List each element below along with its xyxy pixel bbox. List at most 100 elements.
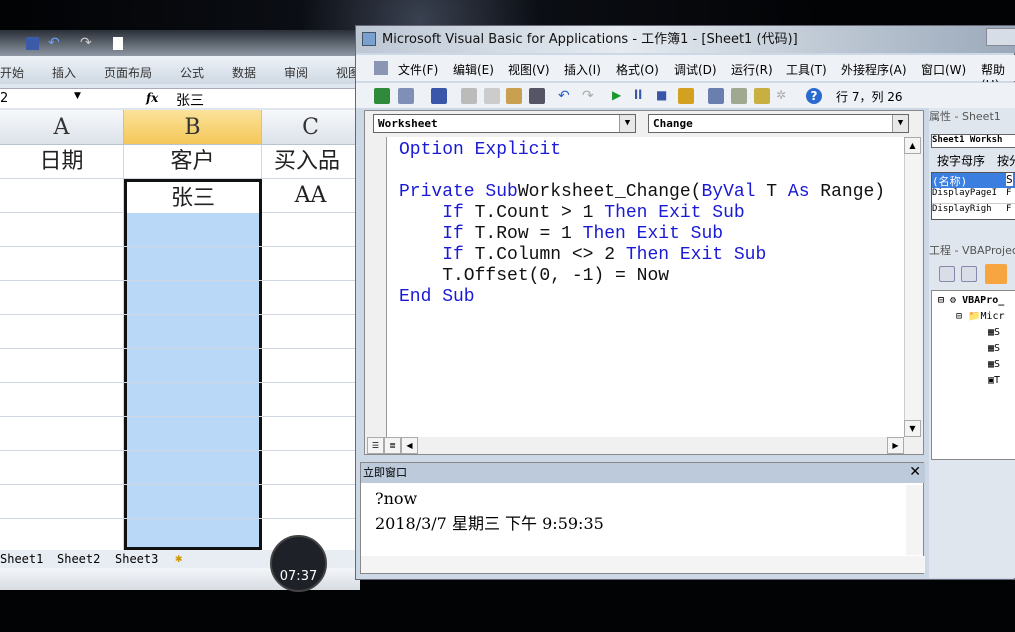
scroll-up-arrow[interactable]: ▲ bbox=[904, 137, 921, 154]
tree-node-sheet[interactable]: ▦S bbox=[988, 327, 1000, 338]
tab-categorized[interactable]: 按分 bbox=[997, 152, 1015, 169]
property-row[interactable]: DisplayPageI F bbox=[932, 188, 1015, 204]
view-object-icon[interactable] bbox=[961, 266, 977, 282]
horizontal-scrollbar[interactable]: ☰ ≣ ◀ ▶ bbox=[367, 437, 921, 454]
menu-edit[interactable]: 编辑(E) bbox=[453, 61, 494, 78]
sheet-tab-1[interactable]: Sheet1 bbox=[0, 552, 43, 566]
tree-node-project[interactable]: ⊟ ⚙ VBAPro_ bbox=[938, 295, 1004, 306]
immediate-line[interactable]: ?now bbox=[375, 489, 417, 508]
code-line[interactable]: If T.Count > 1 Then Exit Sub bbox=[399, 203, 744, 224]
menu-window[interactable]: 窗口(W) bbox=[921, 61, 966, 78]
keyword: If bbox=[442, 224, 464, 244]
code-line[interactable]: T.Offset(0, -1) = Now bbox=[399, 266, 669, 287]
procedure-view-icon[interactable]: ☰ bbox=[367, 437, 384, 454]
cell-a1[interactable]: 日期 bbox=[0, 145, 124, 179]
save-icon[interactable] bbox=[431, 88, 447, 104]
find-icon[interactable] bbox=[529, 88, 545, 104]
save-icon[interactable] bbox=[26, 37, 39, 50]
redo-icon[interactable]: ↷ bbox=[582, 88, 598, 104]
code-line[interactable]: If T.Row = 1 Then Exit Sub bbox=[399, 224, 723, 245]
insert-sheet-icon[interactable]: ✱ bbox=[175, 551, 182, 565]
menu-debug[interactable]: 调试(D) bbox=[674, 61, 717, 78]
code-editor[interactable]: Option Explicit Private SubWorksheet_Chan… bbox=[367, 137, 921, 437]
excel-menu-icon[interactable] bbox=[374, 61, 388, 75]
toolbox-icon[interactable]: ✲ bbox=[776, 88, 792, 104]
menu-format[interactable]: 格式(O) bbox=[616, 61, 659, 78]
redo-icon[interactable]: ↷ bbox=[80, 35, 92, 51]
cut-icon[interactable] bbox=[461, 88, 477, 104]
reset-icon[interactable]: ■ bbox=[656, 88, 672, 104]
menu-tools[interactable]: 工具(T) bbox=[786, 61, 827, 78]
tab-alphabetic[interactable]: 按字母序 bbox=[937, 152, 985, 169]
toggle-folders-icon[interactable] bbox=[985, 264, 1007, 284]
immediate-line[interactable]: 2018/3/7 星期三 下午 9:59:35 bbox=[375, 510, 604, 534]
undo-icon[interactable]: ↶ bbox=[558, 88, 574, 104]
margin-indicator-bar[interactable] bbox=[367, 137, 387, 437]
property-row[interactable]: DisplayRigh F bbox=[932, 204, 1015, 219]
cell-a2[interactable] bbox=[0, 179, 124, 213]
design-mode-icon[interactable] bbox=[678, 88, 694, 104]
tab-formulas[interactable]: 公式 bbox=[180, 64, 204, 81]
column-header-b[interactable]: B bbox=[124, 110, 262, 145]
tab-insert[interactable]: 插入 bbox=[52, 64, 76, 81]
tab-data[interactable]: 数据 bbox=[232, 64, 256, 81]
view-excel-icon[interactable] bbox=[374, 88, 390, 104]
function-icon[interactable]: fx bbox=[146, 91, 158, 105]
scroll-down-arrow[interactable]: ▼ bbox=[904, 420, 921, 437]
object-dropdown[interactable]: Worksheet ▼ bbox=[373, 114, 636, 133]
properties-window-icon[interactable] bbox=[731, 88, 747, 104]
copy-icon[interactable] bbox=[484, 88, 500, 104]
chevron-down-icon[interactable]: ▼ bbox=[74, 91, 81, 101]
cell-b1[interactable]: 客户 bbox=[124, 145, 262, 179]
tab-home[interactable]: 开始 bbox=[0, 64, 24, 81]
tab-page-layout[interactable]: 页面布局 bbox=[104, 64, 152, 81]
menu-addins[interactable]: 外接程序(A) bbox=[841, 61, 907, 78]
standard-toolbar: ↶ ↷ ▶ ll ■ ✲ ? 行 7，列 26 bbox=[356, 82, 1015, 108]
sheet-tab-3[interactable]: Sheet3 bbox=[115, 552, 158, 566]
tree-node-sheet[interactable]: ▦S bbox=[988, 343, 1000, 354]
code-line[interactable]: Private SubWorksheet_Change(ByVal T As R… bbox=[399, 182, 885, 203]
view-code-icon[interactable] bbox=[939, 266, 955, 282]
tab-review[interactable]: 审阅 bbox=[284, 64, 308, 81]
column-header-a[interactable]: A bbox=[0, 110, 124, 145]
code-line[interactable]: End Sub bbox=[399, 287, 475, 308]
immediate-horizontal-scrollbar[interactable] bbox=[361, 556, 925, 573]
cell-c2[interactable]: AA bbox=[262, 179, 360, 213]
run-icon[interactable]: ▶ bbox=[612, 88, 628, 104]
help-icon[interactable]: ? bbox=[806, 88, 822, 104]
procedure-dropdown[interactable]: Change ▼ bbox=[648, 114, 909, 133]
tree-node-folder[interactable]: ⊟ 📁Micr bbox=[956, 311, 1005, 322]
immediate-vertical-scrollbar[interactable] bbox=[906, 485, 923, 555]
code-line[interactable]: Option Explicit bbox=[399, 140, 561, 161]
property-row[interactable]: (名称) S bbox=[932, 173, 1015, 188]
new-doc-icon[interactable] bbox=[113, 37, 123, 50]
menu-view[interactable]: 视图(V) bbox=[508, 61, 550, 78]
menu-run[interactable]: 运行(R) bbox=[731, 61, 773, 78]
object-browser-icon[interactable] bbox=[754, 88, 770, 104]
project-explorer-icon[interactable] bbox=[708, 88, 724, 104]
cell-c1[interactable]: 买入品 bbox=[262, 145, 360, 179]
minimize-button[interactable] bbox=[986, 28, 1015, 46]
column-header-c[interactable]: C bbox=[262, 110, 360, 145]
full-module-view-icon[interactable]: ≣ bbox=[384, 437, 401, 454]
close-icon[interactable]: ✕ bbox=[909, 464, 921, 480]
code-line[interactable]: If T.Column <> 2 Then Exit Sub bbox=[399, 245, 766, 266]
undo-icon[interactable]: ↶ bbox=[48, 35, 60, 51]
vertical-scrollbar[interactable]: ▲ ▼ bbox=[904, 137, 921, 437]
sheet-tab-2[interactable]: Sheet2 bbox=[57, 552, 100, 566]
menu-insert[interactable]: 插入(I) bbox=[564, 61, 601, 78]
tree-node-sheet[interactable]: ▦S bbox=[988, 359, 1000, 370]
side-panels: 属性 - Sheet1 Sheet1 Worksh 按字母序 按分 (名称) S… bbox=[929, 108, 1015, 578]
properties-object-dropdown[interactable]: Sheet1 Worksh bbox=[931, 134, 1015, 148]
scroll-left-arrow[interactable]: ◀ bbox=[401, 437, 418, 454]
cell-b2[interactable]: 张三 bbox=[124, 179, 262, 213]
menu-file[interactable]: 文件(F) bbox=[398, 61, 438, 78]
break-icon[interactable]: ll bbox=[634, 88, 650, 104]
paste-icon[interactable] bbox=[506, 88, 522, 104]
scroll-right-arrow[interactable]: ▶ bbox=[887, 437, 904, 454]
tree-node-workbook[interactable]: ▣T bbox=[988, 375, 1000, 386]
insert-userform-icon[interactable] bbox=[398, 88, 414, 104]
formula-input[interactable]: 张三 bbox=[176, 90, 204, 110]
